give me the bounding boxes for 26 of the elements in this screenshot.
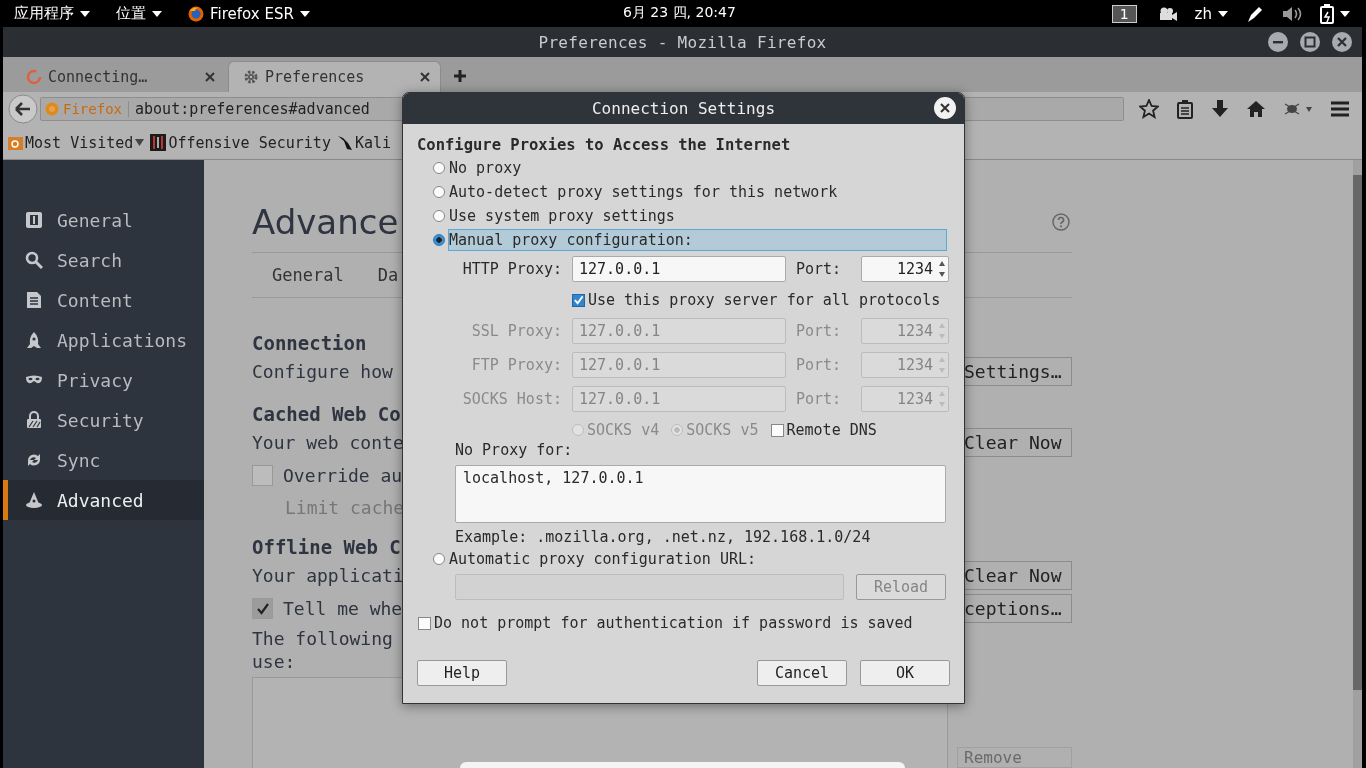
description-text: The following use: bbox=[252, 627, 393, 673]
option-label: Limit cache bbox=[285, 497, 405, 518]
section-heading: Offline Web C bbox=[252, 536, 401, 558]
field-label: Port: bbox=[796, 356, 843, 374]
description-text: Your web conte bbox=[252, 431, 404, 453]
field-label: Port: bbox=[796, 322, 843, 340]
section-heading: Cached Web Co bbox=[252, 403, 401, 425]
dialog-title: Connection Settings bbox=[592, 99, 775, 118]
hint-text: Example: .mozilla.org, .net.nz, 192.168.1.0/24 bbox=[455, 527, 872, 547]
option-label: SOCKS v5 bbox=[686, 421, 759, 439]
page-heading: Advance bbox=[252, 202, 399, 242]
field-label: FTP Proxy: bbox=[470, 356, 562, 374]
field-label: SSL Proxy: bbox=[470, 322, 562, 340]
description-text: Your applicati bbox=[252, 564, 404, 586]
field-label: SOCKS Host: bbox=[461, 390, 562, 408]
url-text: about:preferences#advanced bbox=[134, 100, 370, 118]
window-title: Preferences - Mozilla Firefox bbox=[538, 32, 827, 52]
option-label: SOCKS v4 bbox=[587, 421, 660, 439]
field-label: No Proxy for: bbox=[455, 441, 574, 461]
field-label: Port: bbox=[796, 390, 843, 408]
section-heading: Connection bbox=[252, 332, 367, 354]
field-label: HTTP Proxy: bbox=[461, 260, 562, 278]
field-label: Port: bbox=[796, 260, 843, 278]
dialog-heading: Configure Proxies to Access the Internet bbox=[417, 136, 792, 156]
clock: 6月 23 四, 20:47 bbox=[623, 4, 736, 22]
description-text: Configure how bbox=[252, 360, 393, 382]
